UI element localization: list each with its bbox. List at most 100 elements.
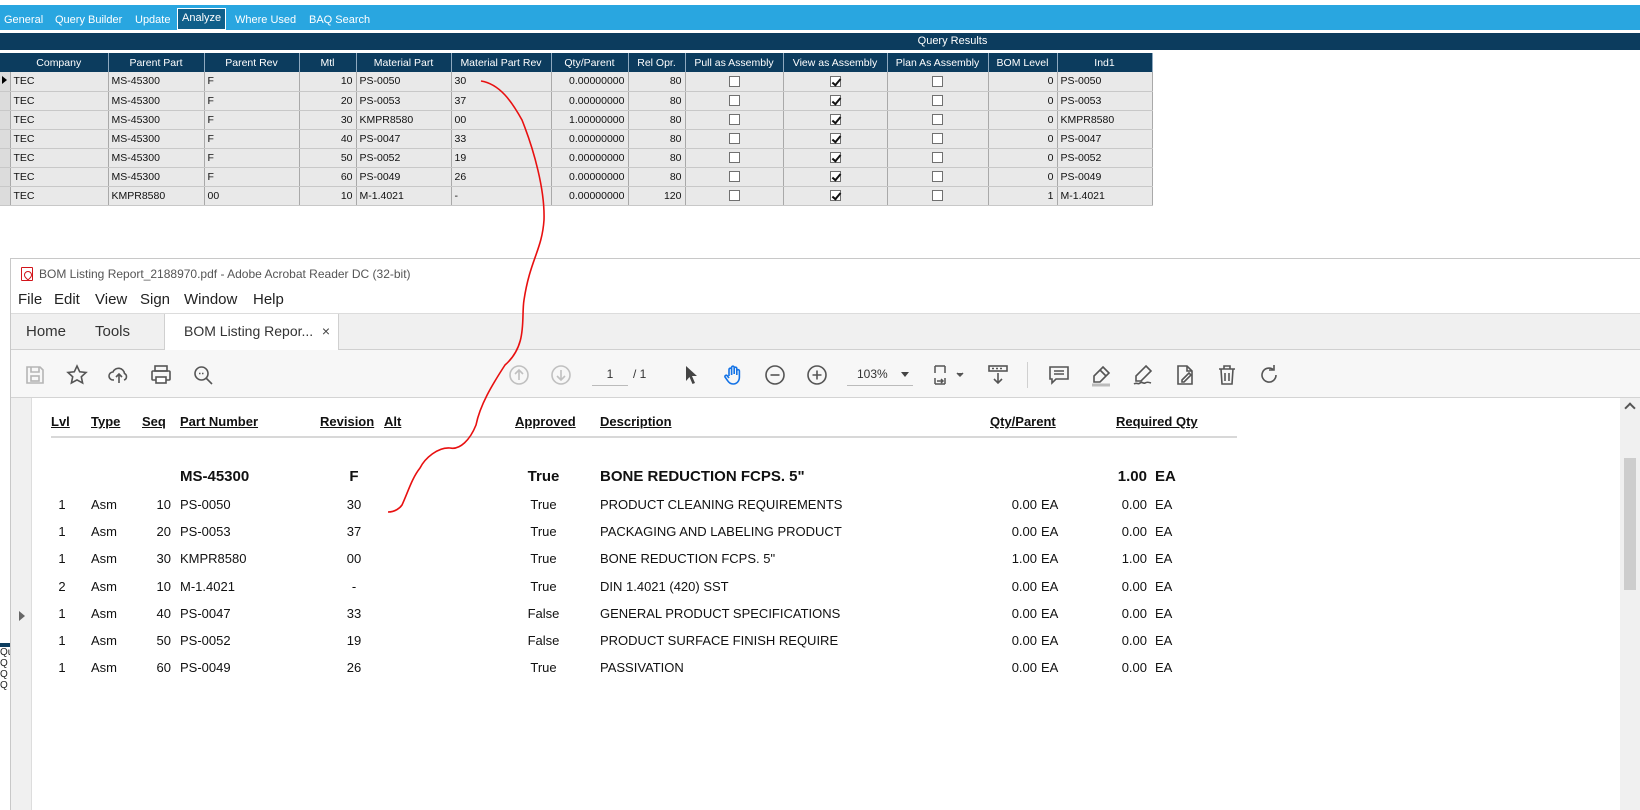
cell-plan-as-assembly[interactable] (887, 72, 989, 92)
checkbox[interactable] (829, 114, 841, 126)
menu-sign[interactable]: Sign (140, 291, 170, 308)
row-selector[interactable] (0, 167, 11, 187)
checkbox[interactable] (829, 95, 841, 107)
cell-view-as-assembly[interactable] (783, 129, 888, 149)
table-row[interactable]: TEC MS-45300 F 10 PS-0050 30 0.00000000 80 0 PS-0… (0, 72, 1153, 92)
print-icon[interactable] (149, 363, 173, 387)
cell-view-as-assembly[interactable] (783, 110, 888, 130)
checkbox[interactable] (932, 95, 943, 107)
menu-window[interactable]: Window (184, 291, 237, 308)
document-area[interactable]: Lvl Type Seq Part Number Revision Alt Ap… (11, 398, 1640, 810)
checkbox[interactable] (829, 190, 841, 202)
row-selector[interactable] (0, 72, 11, 92)
tab-query-builder[interactable]: Query Builder (53, 10, 124, 30)
tab-tools[interactable]: Tools (95, 323, 130, 340)
tab-home[interactable]: Home (26, 323, 66, 340)
col-mtl[interactable]: Mtl (299, 53, 357, 72)
scroll-mode-icon[interactable] (986, 363, 1010, 387)
cell-plan-as-assembly[interactable] (887, 148, 989, 168)
comment-icon[interactable] (1047, 363, 1071, 387)
prev-page-icon[interactable] (507, 363, 531, 387)
fit-page-icon[interactable] (931, 363, 965, 387)
checkbox[interactable] (829, 152, 841, 164)
tab-update[interactable]: Update (133, 10, 172, 30)
table-row[interactable]: TEC KMPR8580 00 10 M-1.4021-0.00000000 120 1 M-… (0, 186, 1153, 206)
vertical-scrollbar[interactable] (1620, 398, 1640, 810)
table-row[interactable]: TEC MS-45300 F 40 PS-0047 33 0.00000000 80 0 PS-0… (0, 129, 1153, 149)
tab-baq-search[interactable]: BAQ Search (307, 10, 372, 30)
checkbox[interactable] (829, 133, 841, 145)
highlight-icon[interactable] (1089, 363, 1113, 387)
next-page-icon[interactable] (549, 363, 573, 387)
col-view-as-assembly[interactable]: View as Assembly (783, 53, 888, 72)
expand-panel-icon[interactable] (19, 611, 25, 621)
checkbox[interactable] (829, 75, 841, 87)
scrollbar-thumb[interactable] (1624, 458, 1636, 590)
checkbox[interactable] (932, 171, 943, 183)
checkbox[interactable] (728, 95, 740, 107)
tab-general[interactable]: General (2, 10, 45, 30)
row-selector[interactable] (0, 186, 11, 206)
table-row[interactable]: TEC MS-45300 F 50 PS-0052 19 0.00000000 80 0 PS-0… (0, 148, 1153, 168)
star-icon[interactable] (65, 363, 89, 387)
checkbox[interactable] (932, 114, 943, 126)
menu-view[interactable]: View (95, 291, 127, 308)
col-plan-as-assembly[interactable]: Plan As Assembly (887, 53, 989, 72)
col-pull-as-assembly[interactable]: Pull as Assembly (685, 53, 784, 72)
tab-document[interactable]: BOM Listing Repor... × (164, 314, 339, 351)
checkbox[interactable] (932, 190, 943, 202)
col-qty-parent[interactable]: Qty/Parent (551, 53, 629, 72)
cell-view-as-assembly[interactable] (783, 148, 888, 168)
col-material-part[interactable]: Material Part (356, 53, 452, 72)
cell-view-as-assembly[interactable] (783, 167, 888, 187)
search-zoom-icon[interactable] (191, 363, 215, 387)
row-selector[interactable] (0, 91, 11, 111)
zoom-out-icon[interactable] (763, 363, 787, 387)
col-ind1[interactable]: Ind1 (1057, 53, 1153, 72)
cell-pull-as-assembly[interactable] (685, 186, 784, 206)
cell-plan-as-assembly[interactable] (887, 186, 989, 206)
row-selector[interactable] (0, 110, 11, 130)
save-icon[interactable] (23, 363, 47, 387)
checkbox[interactable] (728, 75, 740, 87)
zoom-in-icon[interactable] (805, 363, 829, 387)
col-rel-opr[interactable]: Rel Opr. (628, 53, 686, 72)
upload-icon[interactable] (107, 363, 131, 387)
menu-file[interactable]: File (18, 291, 42, 308)
checkbox[interactable] (728, 114, 740, 126)
cell-view-as-assembly[interactable] (783, 91, 888, 111)
checkbox[interactable] (932, 133, 943, 145)
navigation-panel[interactable] (11, 398, 32, 810)
checkbox[interactable] (932, 152, 943, 164)
edit-pdf-icon[interactable] (1173, 363, 1197, 387)
cell-pull-as-assembly[interactable] (685, 110, 784, 130)
col-parent-rev[interactable]: Parent Rev (204, 53, 300, 72)
col-company[interactable]: Company (10, 53, 109, 72)
checkbox[interactable] (728, 152, 740, 164)
cell-plan-as-assembly[interactable] (887, 129, 989, 149)
col-bom-level[interactable]: BOM Level (988, 53, 1058, 72)
menu-help[interactable]: Help (253, 291, 284, 308)
cell-plan-as-assembly[interactable] (887, 91, 989, 111)
checkbox[interactable] (728, 133, 740, 145)
cell-pull-as-assembly[interactable] (685, 148, 784, 168)
cell-pull-as-assembly[interactable] (685, 167, 784, 187)
checkbox[interactable] (728, 190, 740, 202)
scroll-up-icon[interactable] (1624, 402, 1636, 414)
row-selector[interactable] (0, 148, 11, 168)
page-number-input[interactable]: 1 (592, 362, 628, 386)
checkbox[interactable] (932, 75, 943, 87)
table-row[interactable]: TEC MS-45300 F 20 PS-0053 37 0.00000000 80 0 PS-0… (0, 91, 1153, 111)
cell-view-as-assembly[interactable] (783, 186, 888, 206)
checkbox[interactable] (829, 171, 841, 183)
rotate-icon[interactable] (1257, 363, 1281, 387)
table-row[interactable]: TEC MS-45300 F 30 KMPR8580 00 1.00000000 80 0 KMP… (0, 110, 1153, 130)
cell-pull-as-assembly[interactable] (685, 129, 784, 149)
cell-plan-as-assembly[interactable] (887, 167, 989, 187)
row-selector[interactable] (0, 129, 11, 149)
checkbox[interactable] (728, 171, 740, 183)
menu-edit[interactable]: Edit (54, 291, 80, 308)
cell-pull-as-assembly[interactable] (685, 72, 784, 92)
tab-analyze[interactable]: Analyze (177, 8, 227, 30)
cell-view-as-assembly[interactable] (783, 72, 888, 92)
